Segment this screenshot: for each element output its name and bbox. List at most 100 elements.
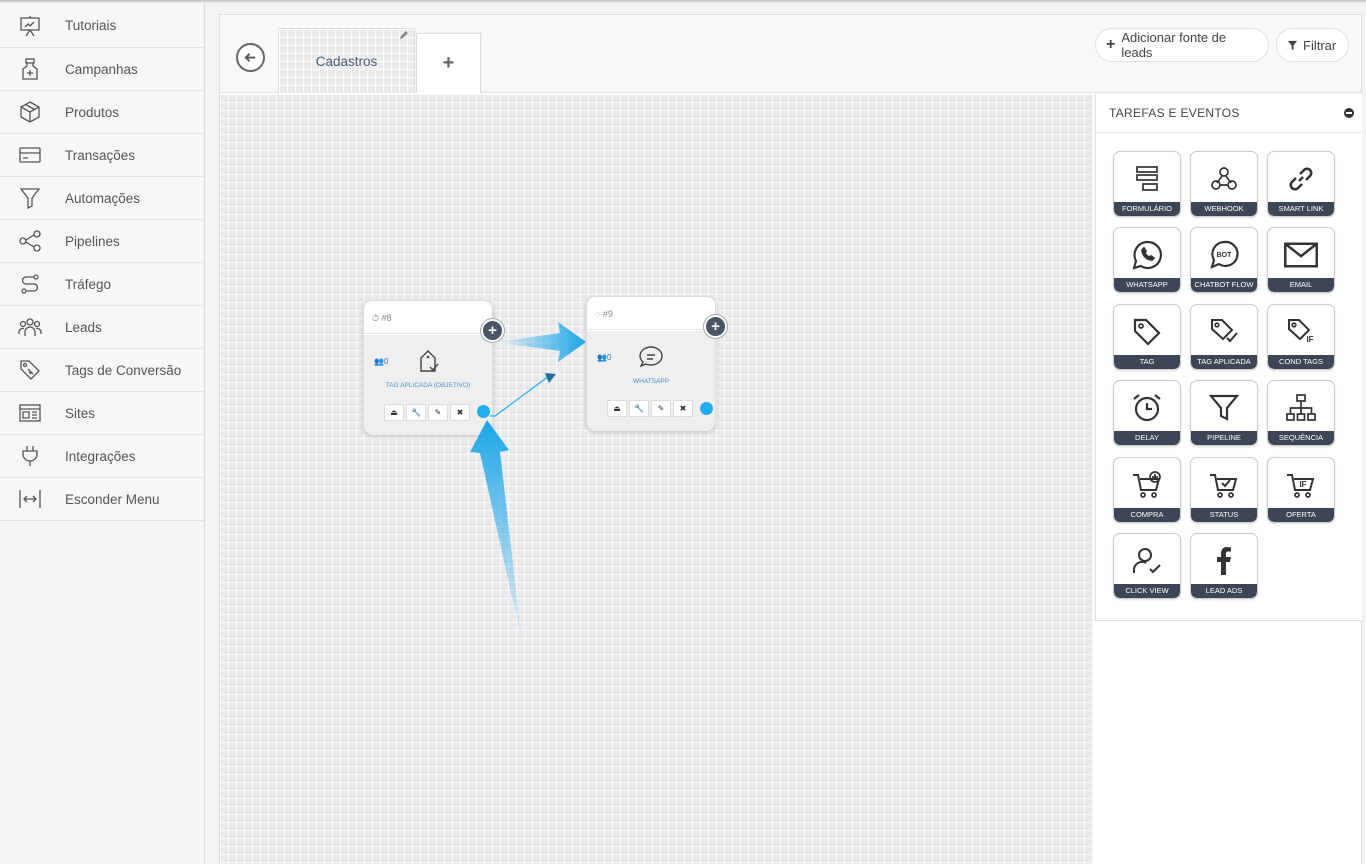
bot-icon: BOT <box>1210 240 1239 269</box>
svg-text:IF: IF <box>1306 335 1313 344</box>
share-icon <box>18 229 42 253</box>
webhook-icon <box>1211 167 1237 190</box>
node-edit-button[interactable]: ✎ <box>428 404 448 421</box>
sidebar-item-sites[interactable]: Sites <box>0 392 204 435</box>
sidebar-item-leads[interactable]: Leads <box>0 306 204 349</box>
tag-check-icon <box>1211 319 1238 343</box>
node-output-connector[interactable] <box>477 405 490 418</box>
sidebar-item-tutoriais[interactable]: Tutoriais <box>0 0 204 48</box>
tile-webhook[interactable]: WEBHOOK <box>1190 151 1258 217</box>
sidebar-item-transacoes[interactable]: Transações <box>0 134 204 177</box>
browser-icon <box>18 401 42 425</box>
tile-cond-tags[interactable]: IF COND TAGS <box>1267 304 1335 370</box>
tile-lead-ads[interactable]: LEAD ADS <box>1190 533 1258 599</box>
node-count-value: 0 <box>383 357 389 366</box>
sidebar-item-label: Sites <box>65 405 96 421</box>
bottle-icon <box>18 57 42 81</box>
back-button[interactable] <box>236 43 265 72</box>
panel-header: TAREFAS E EVENTOS <box>1096 94 1362 133</box>
tag-check-icon <box>420 350 439 372</box>
node-eject-button[interactable]: ⏏ <box>607 400 627 417</box>
funnel-icon <box>1208 394 1240 421</box>
flow-node-whatsapp[interactable]: ◌ #9 👥0 WHATSAPP ⏏ 🔧 ✎ ✖ + <box>586 296 727 431</box>
node-add-button[interactable]: + <box>704 315 727 338</box>
node-eject-button[interactable]: ⏏ <box>384 404 404 421</box>
node-type-icon: ◌ <box>595 309 603 319</box>
sidebar-item-tags-de-conversao[interactable]: Tags de Conversão <box>0 349 204 392</box>
tab-cadastros[interactable]: Cadastros <box>278 28 415 93</box>
sidebar-item-trafego[interactable]: Tráfego <box>0 263 204 306</box>
plus-icon: + <box>1106 36 1116 53</box>
sidebar-item-esconder-menu[interactable]: Esconder Menu <box>0 478 204 521</box>
envelope-icon <box>1284 242 1318 268</box>
tile-tag[interactable]: TAG <box>1113 304 1181 370</box>
tile-label: TAG <box>1114 355 1180 369</box>
tile-formulario[interactable]: FORMULÁRIO <box>1113 151 1181 217</box>
filter-button[interactable]: Filtrar <box>1276 28 1349 62</box>
tile-label: DELAY <box>1114 431 1180 445</box>
node-delete-button[interactable]: ✖ <box>673 400 693 417</box>
tags-icon <box>18 358 42 382</box>
node-header: ⏱ #8 <box>364 301 492 334</box>
minimize-icon[interactable] <box>1344 108 1354 118</box>
tile-smart-link[interactable]: SMART LINK <box>1267 151 1335 217</box>
add-lead-source-button[interactable]: + Adicionar fonte de leads <box>1095 28 1269 62</box>
tile-click-view[interactable]: CLICK VIEW <box>1113 533 1181 599</box>
node-output-connector[interactable] <box>700 402 713 415</box>
users-icon: 👥 <box>597 353 607 362</box>
node-edit-button[interactable]: ✎ <box>651 400 671 417</box>
arrow-left-icon <box>244 53 256 62</box>
form-icon <box>1136 166 1158 191</box>
sidebar-item-integracoes[interactable]: Integrações <box>0 435 204 478</box>
tile-status[interactable]: STATUS <box>1190 457 1258 523</box>
node-count-value: 0 <box>606 353 612 362</box>
tile-sequencia[interactable]: SEQUÊNCIA <box>1267 380 1335 446</box>
node-settings-button[interactable]: 🔧 <box>629 400 649 417</box>
sidebar-item-label: Campanhas <box>65 61 138 77</box>
node-toolbar: ⏏ 🔧 ✎ ✖ <box>607 400 693 417</box>
sidebar-item-produtos[interactable]: Produtos <box>0 91 204 134</box>
node-add-button[interactable]: + <box>481 319 504 342</box>
whatsapp-icon <box>1132 240 1162 270</box>
flow-node-tag-aplicada[interactable]: ⏱ #8 👥0 TAG APLICADA (OBJETIVO) ⏏ 🔧 ✎ ✖ … <box>363 300 504 435</box>
sidebar-item-label: Tutoriais <box>65 18 117 33</box>
sidebar-item-label: Leads <box>65 319 102 335</box>
node-count: 👥0 <box>597 353 611 362</box>
tag-icon <box>1133 318 1161 346</box>
facebook-icon <box>1217 547 1231 575</box>
tile-compra[interactable]: COMPRA <box>1113 457 1181 523</box>
tile-chatbot-flow[interactable]: BOT CHATBOT FLOW <box>1190 227 1258 293</box>
tile-label: WEBHOOK <box>1191 202 1257 216</box>
tasks-events-panel: TAREFAS E EVENTOS FORMULÁRIO WEBHOOK SMA… <box>1095 94 1362 621</box>
tab-label: Cadastros <box>315 53 378 69</box>
tile-whatsapp[interactable]: WHATSAPP <box>1113 227 1181 293</box>
sidebar-item-campanhas[interactable]: Campanhas <box>0 48 204 91</box>
pencil-icon[interactable] <box>398 29 410 41</box>
tile-tag-aplicada[interactable]: TAG APLICADA <box>1190 304 1258 370</box>
sidebar-item-label: Produtos <box>65 104 120 120</box>
node-delete-button[interactable]: ✖ <box>450 404 470 421</box>
tile-label: CLICK VIEW <box>1114 584 1180 598</box>
tile-oferta[interactable]: IF OFERTA <box>1267 457 1335 523</box>
user-check-icon <box>1132 548 1161 574</box>
plug-icon <box>18 444 42 468</box>
tile-delay[interactable]: DELAY <box>1113 380 1181 446</box>
tile-label: COMPRA <box>1114 508 1180 522</box>
credit-card-icon <box>18 143 42 167</box>
filter-label: Filtrar <box>1303 37 1337 53</box>
flow-canvas[interactable]: ⏱ #8 👥0 TAG APLICADA (OBJETIVO) ⏏ 🔧 ✎ ✖ … <box>220 94 1093 864</box>
sidebar-item-label: Automações <box>65 190 141 206</box>
users-icon: 👥 <box>374 357 384 366</box>
tile-pipeline[interactable]: PIPELINE <box>1190 380 1258 446</box>
add-tab-button[interactable]: + <box>416 33 481 93</box>
sidebar-item-pipelines[interactable]: Pipelines <box>0 220 204 263</box>
node-count: 👥0 <box>374 357 388 366</box>
sidebar-item-label: Integrações <box>65 448 136 464</box>
tile-label: COND TAGS <box>1268 355 1334 369</box>
sidebar-item-automacoes[interactable]: Automações <box>0 177 204 220</box>
node-settings-button[interactable]: 🔧 <box>406 404 426 421</box>
node-body: 👥0 WHATSAPP ⏏ 🔧 ✎ ✖ <box>587 331 715 431</box>
box-icon <box>18 100 42 124</box>
tile-email[interactable]: EMAIL <box>1267 227 1335 293</box>
top-shadow <box>0 0 1366 3</box>
